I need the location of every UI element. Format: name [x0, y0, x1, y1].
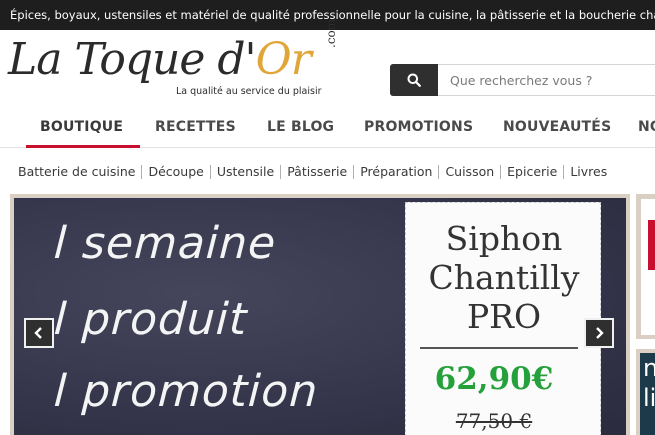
nav-next-item[interactable]: NO [638, 108, 655, 148]
logo-text-or: Or [255, 34, 312, 85]
card-title-line-3: PRO [466, 297, 542, 336]
logo-com: .com [324, 18, 338, 48]
category-subnav: Batterie de cuisine Découpe Ustensile Pâ… [0, 160, 655, 184]
subnav-cuisson[interactable]: Cuisson [439, 165, 502, 179]
nav-boutique[interactable]: BOUTIQUE [40, 108, 123, 148]
nav-nouveautes[interactable]: NOUVEAUTÉS [503, 108, 611, 148]
subnav-decoupe[interactable]: Découpe [142, 165, 211, 179]
chevron-left-icon [34, 327, 42, 339]
price-card: Siphon Chantilly PRO 62,90€ 77,50 € [405, 202, 601, 435]
subnav-preparation[interactable]: Préparation [354, 165, 440, 179]
search-button[interactable] [390, 64, 438, 96]
promo-price: 62,90€ [434, 361, 554, 397]
nav-promotions[interactable]: PROMOTIONS [364, 108, 473, 148]
card-divider [420, 347, 578, 349]
subnav-epicerie[interactable]: Epicerie [501, 165, 565, 179]
banner-line-2: l produit [52, 294, 249, 345]
main-navigation: BOUTIQUE RECETTES LE BLOG PROMOTIONS NOU… [0, 108, 655, 148]
banner-line-1: l semaine [52, 218, 278, 269]
nav-recettes[interactable]: RECETTES [155, 108, 236, 148]
chevron-right-icon [596, 327, 604, 339]
subnav-ustensile[interactable]: Ustensile [211, 165, 282, 179]
promo-banner[interactable]: l semaine l produit l promotion Siphon C… [14, 198, 626, 435]
card-title-line-1: Siphon [445, 219, 563, 258]
subnav-batterie-de-cuisine[interactable]: Batterie de cuisine [12, 165, 143, 179]
banner-line-3: l promotion [52, 366, 320, 417]
carousel-prev-button[interactable] [24, 318, 54, 348]
logo-wordmark: La Toque d'Or [8, 34, 312, 85]
active-nav-indicator [26, 145, 140, 148]
side-panel-bottom[interactable]: n li [640, 353, 655, 435]
carousel-next-button[interactable] [584, 318, 614, 348]
search-icon [407, 73, 421, 87]
subnav-patisserie[interactable]: Pâtisserie [281, 165, 355, 179]
subnav-livres[interactable]: Livres [564, 165, 613, 179]
nav-le-blog[interactable]: LE BLOG [267, 108, 334, 148]
search-input[interactable] [438, 64, 655, 96]
search-bar [390, 64, 655, 96]
card-title-line-2: Chantilly [428, 258, 580, 297]
logo-text: La Toque d' [8, 34, 257, 85]
side-panel-bottom-text: n li [643, 354, 655, 412]
side-panel-top-accent [648, 220, 655, 270]
old-price: 77,50 € [455, 409, 533, 433]
logo-tagline: La qualité au service du plaisir [176, 86, 322, 97]
site-logo[interactable]: La Toque d'Or .com La qualité au service… [6, 19, 351, 106]
